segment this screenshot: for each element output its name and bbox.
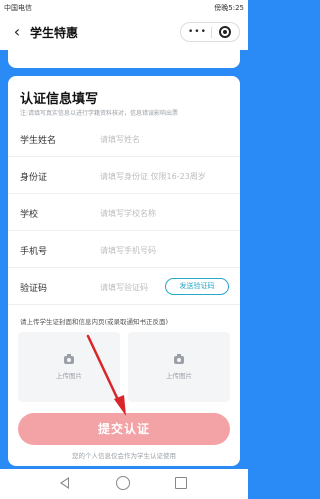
status-bar: 中国电信 傍晚5:25 <box>0 0 248 14</box>
form-note: 注:请填写真实信息以进行学籍资料核对，信息错误影响出票 <box>20 110 179 117</box>
mini-program-capsule: ••• <box>180 22 240 42</box>
camera-icon <box>64 354 74 364</box>
send-code-button[interactable]: 发送验证码 <box>165 278 229 295</box>
verification-code-row: 验证码 发送验证码 <box>8 269 240 305</box>
phone-row: 手机号 <box>8 232 240 268</box>
navigation-bar: ‹ 学生特惠 ••• <box>0 14 248 50</box>
upload-front-button[interactable]: 上传图片 <box>18 332 120 402</box>
back-triangle-icon[interactable] <box>60 477 69 489</box>
privacy-note: 您的个人信息仅会作为学生认证使用 <box>72 452 176 460</box>
school-row: 学校 <box>8 195 240 231</box>
upload-label: 上传图片 <box>166 372 192 380</box>
verification-form-card: 认证信息填写 注:请填写真实信息以进行学籍资料核对，信息错误影响出票 学生姓名 … <box>8 76 240 466</box>
capsule-divider <box>211 27 212 38</box>
student-name-input[interactable] <box>100 132 220 146</box>
recent-apps-icon[interactable] <box>175 477 187 489</box>
more-menu-button[interactable]: ••• <box>188 26 207 38</box>
id-card-row: 身份证 <box>8 158 240 194</box>
upload-label: 上传图片 <box>56 372 82 380</box>
camera-icon <box>174 354 184 364</box>
field-label: 验证码 <box>20 284 48 294</box>
field-label: 手机号 <box>20 247 48 257</box>
carrier-label: 中国电信 <box>4 4 32 12</box>
field-label: 身份证 <box>20 173 48 183</box>
student-name-row: 学生姓名 <box>8 121 240 157</box>
verification-code-input[interactable] <box>100 280 170 294</box>
system-navigation-bar <box>0 469 248 499</box>
previous-card-edge <box>8 50 240 68</box>
target-icon[interactable] <box>219 26 231 38</box>
submit-button[interactable]: 提交认证 <box>18 413 230 445</box>
upload-caption: 请上传学生证封面和信息内页(或录取通知书正反面) <box>20 318 169 326</box>
page-title: 学生特惠 <box>30 26 79 40</box>
phone-input[interactable] <box>100 243 220 257</box>
school-input[interactable] <box>100 206 220 220</box>
status-time: 傍晚5:25 <box>214 4 244 12</box>
id-card-input[interactable] <box>100 169 220 183</box>
field-label: 学生姓名 <box>20 136 57 146</box>
form-heading: 认证信息填写 <box>20 92 99 107</box>
chevron-left-icon[interactable]: ‹ <box>8 23 26 41</box>
home-circle-icon[interactable] <box>116 476 130 490</box>
upload-back-button[interactable]: 上传图片 <box>128 332 230 402</box>
field-label: 学校 <box>20 210 39 220</box>
